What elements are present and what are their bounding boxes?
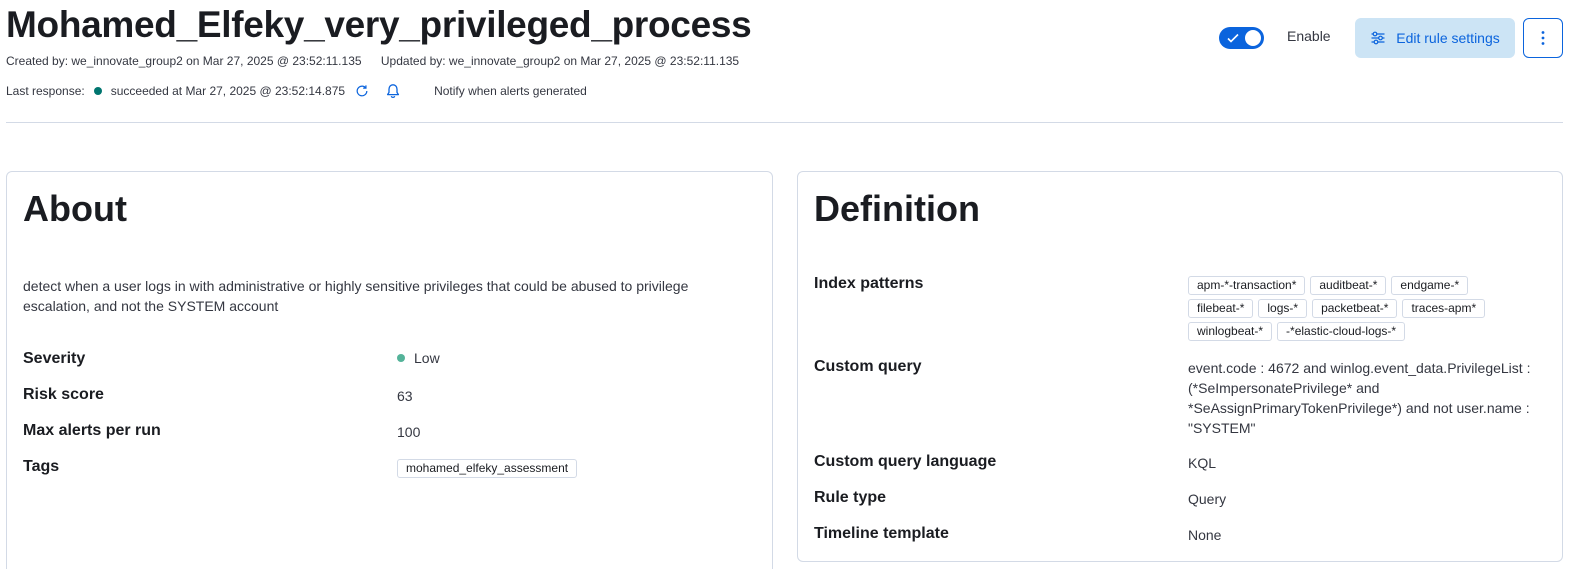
tags-value: mohamed_elfeky_assessment xyxy=(397,459,578,478)
query-language-row: Custom query language KQL xyxy=(814,453,1216,471)
tag-badge[interactable]: mohamed_elfeky_assessment xyxy=(397,459,578,478)
timeline-template-value: None xyxy=(1188,527,1222,543)
toggle-knob xyxy=(1245,30,1261,46)
severity-label: Severity xyxy=(23,350,86,367)
rule-description: detect when a user logs in with administ… xyxy=(23,278,689,314)
header-divider xyxy=(6,122,1563,123)
index-pattern-badge[interactable]: packetbeat-* xyxy=(1312,299,1398,318)
index-patterns-label: Index patterns xyxy=(814,275,924,292)
max-alerts-label: Max alerts per run xyxy=(23,422,161,439)
notify-text: Notify when alerts generated xyxy=(434,84,587,98)
custom-query-label: Custom query xyxy=(814,358,922,375)
severity-row: Severity Low xyxy=(23,350,440,368)
severity-text: Low xyxy=(414,350,440,366)
last-response: Last response: succeeded at Mar 27, 2025… xyxy=(6,82,587,100)
index-pattern-badge[interactable]: filebeat-* xyxy=(1188,299,1254,318)
index-patterns-row: Index patterns apm-*-transaction* auditb… xyxy=(814,275,1486,341)
index-pattern-badge[interactable]: traces-apm* xyxy=(1402,299,1486,318)
status-dot xyxy=(93,87,102,95)
index-patterns-list: apm-*-transaction* auditbeat-* endgame-*… xyxy=(1188,276,1518,341)
rule-type-row: Rule type Query xyxy=(814,489,1226,507)
tags-label: Tags xyxy=(23,458,60,475)
bell-icon[interactable] xyxy=(384,82,402,100)
index-pattern-badge[interactable]: -*elastic-cloud-logs-* xyxy=(1277,322,1406,341)
enable-label: Enable xyxy=(1287,28,1331,44)
severity-dot xyxy=(397,354,405,363)
custom-query-value: event.code : 4672 and winlog.event_data.… xyxy=(1188,360,1531,436)
edit-rule-settings-label: Edit rule settings xyxy=(1396,30,1500,46)
query-language-label: Custom query language xyxy=(814,453,997,470)
more-actions-button[interactable] xyxy=(1523,18,1563,58)
definition-title: Definition xyxy=(814,188,980,229)
risk-score-label: Risk score xyxy=(23,386,104,403)
index-pattern-badge[interactable]: logs-* xyxy=(1258,299,1308,318)
settings-sliders-icon xyxy=(1371,31,1385,45)
risk-score-value: 63 xyxy=(397,388,413,404)
refresh-icon[interactable] xyxy=(353,82,371,100)
severity-value: Low xyxy=(397,350,440,366)
vertical-dots-icon xyxy=(1541,31,1545,45)
last-response-value: succeeded at Mar 27, 2025 @ 23:52:14.875 xyxy=(110,84,346,98)
query-language-value: KQL xyxy=(1188,455,1217,471)
risk-score-row: Risk score 63 xyxy=(23,386,413,404)
index-pattern-badge[interactable]: endgame-* xyxy=(1391,276,1469,295)
rule-type-label: Rule type xyxy=(814,489,887,506)
check-icon xyxy=(1227,33,1239,43)
created-by: Created by: we_innovate_group2 on Mar 27… xyxy=(6,54,362,68)
about-panel: About detect when a user logs in with ad… xyxy=(6,171,773,569)
updated-by: Updated by: we_innovate_group2 on Mar 27… xyxy=(380,54,740,68)
tags-row: Tags mohamed_elfeky_assessment xyxy=(23,458,578,478)
index-pattern-badge[interactable]: winlogbeat-* xyxy=(1188,322,1273,341)
about-title: About xyxy=(23,188,127,229)
custom-query-row: Custom query event.code : 4672 and winlo… xyxy=(814,358,1530,436)
max-alerts-row: Max alerts per run 100 xyxy=(23,422,420,440)
timeline-template-row: Timeline template None xyxy=(814,525,1221,543)
index-pattern-badge[interactable]: auditbeat-* xyxy=(1310,276,1387,295)
page-title: Mohamed_Elfeky_very_privileged_process xyxy=(6,4,752,45)
rule-meta: Created by: we_innovate_group2 on Mar 27… xyxy=(6,54,739,68)
index-pattern-badge[interactable]: apm-*-transaction* xyxy=(1188,276,1306,295)
enable-toggle[interactable] xyxy=(1219,27,1264,49)
rule-type-value: Query xyxy=(1188,491,1227,507)
timeline-template-label: Timeline template xyxy=(814,525,949,542)
edit-rule-settings-button[interactable]: Edit rule settings xyxy=(1355,18,1515,58)
definition-panel: Definition Index patterns apm-*-transact… xyxy=(797,171,1563,562)
max-alerts-value: 100 xyxy=(397,424,421,440)
last-response-label: Last response: xyxy=(6,84,85,98)
